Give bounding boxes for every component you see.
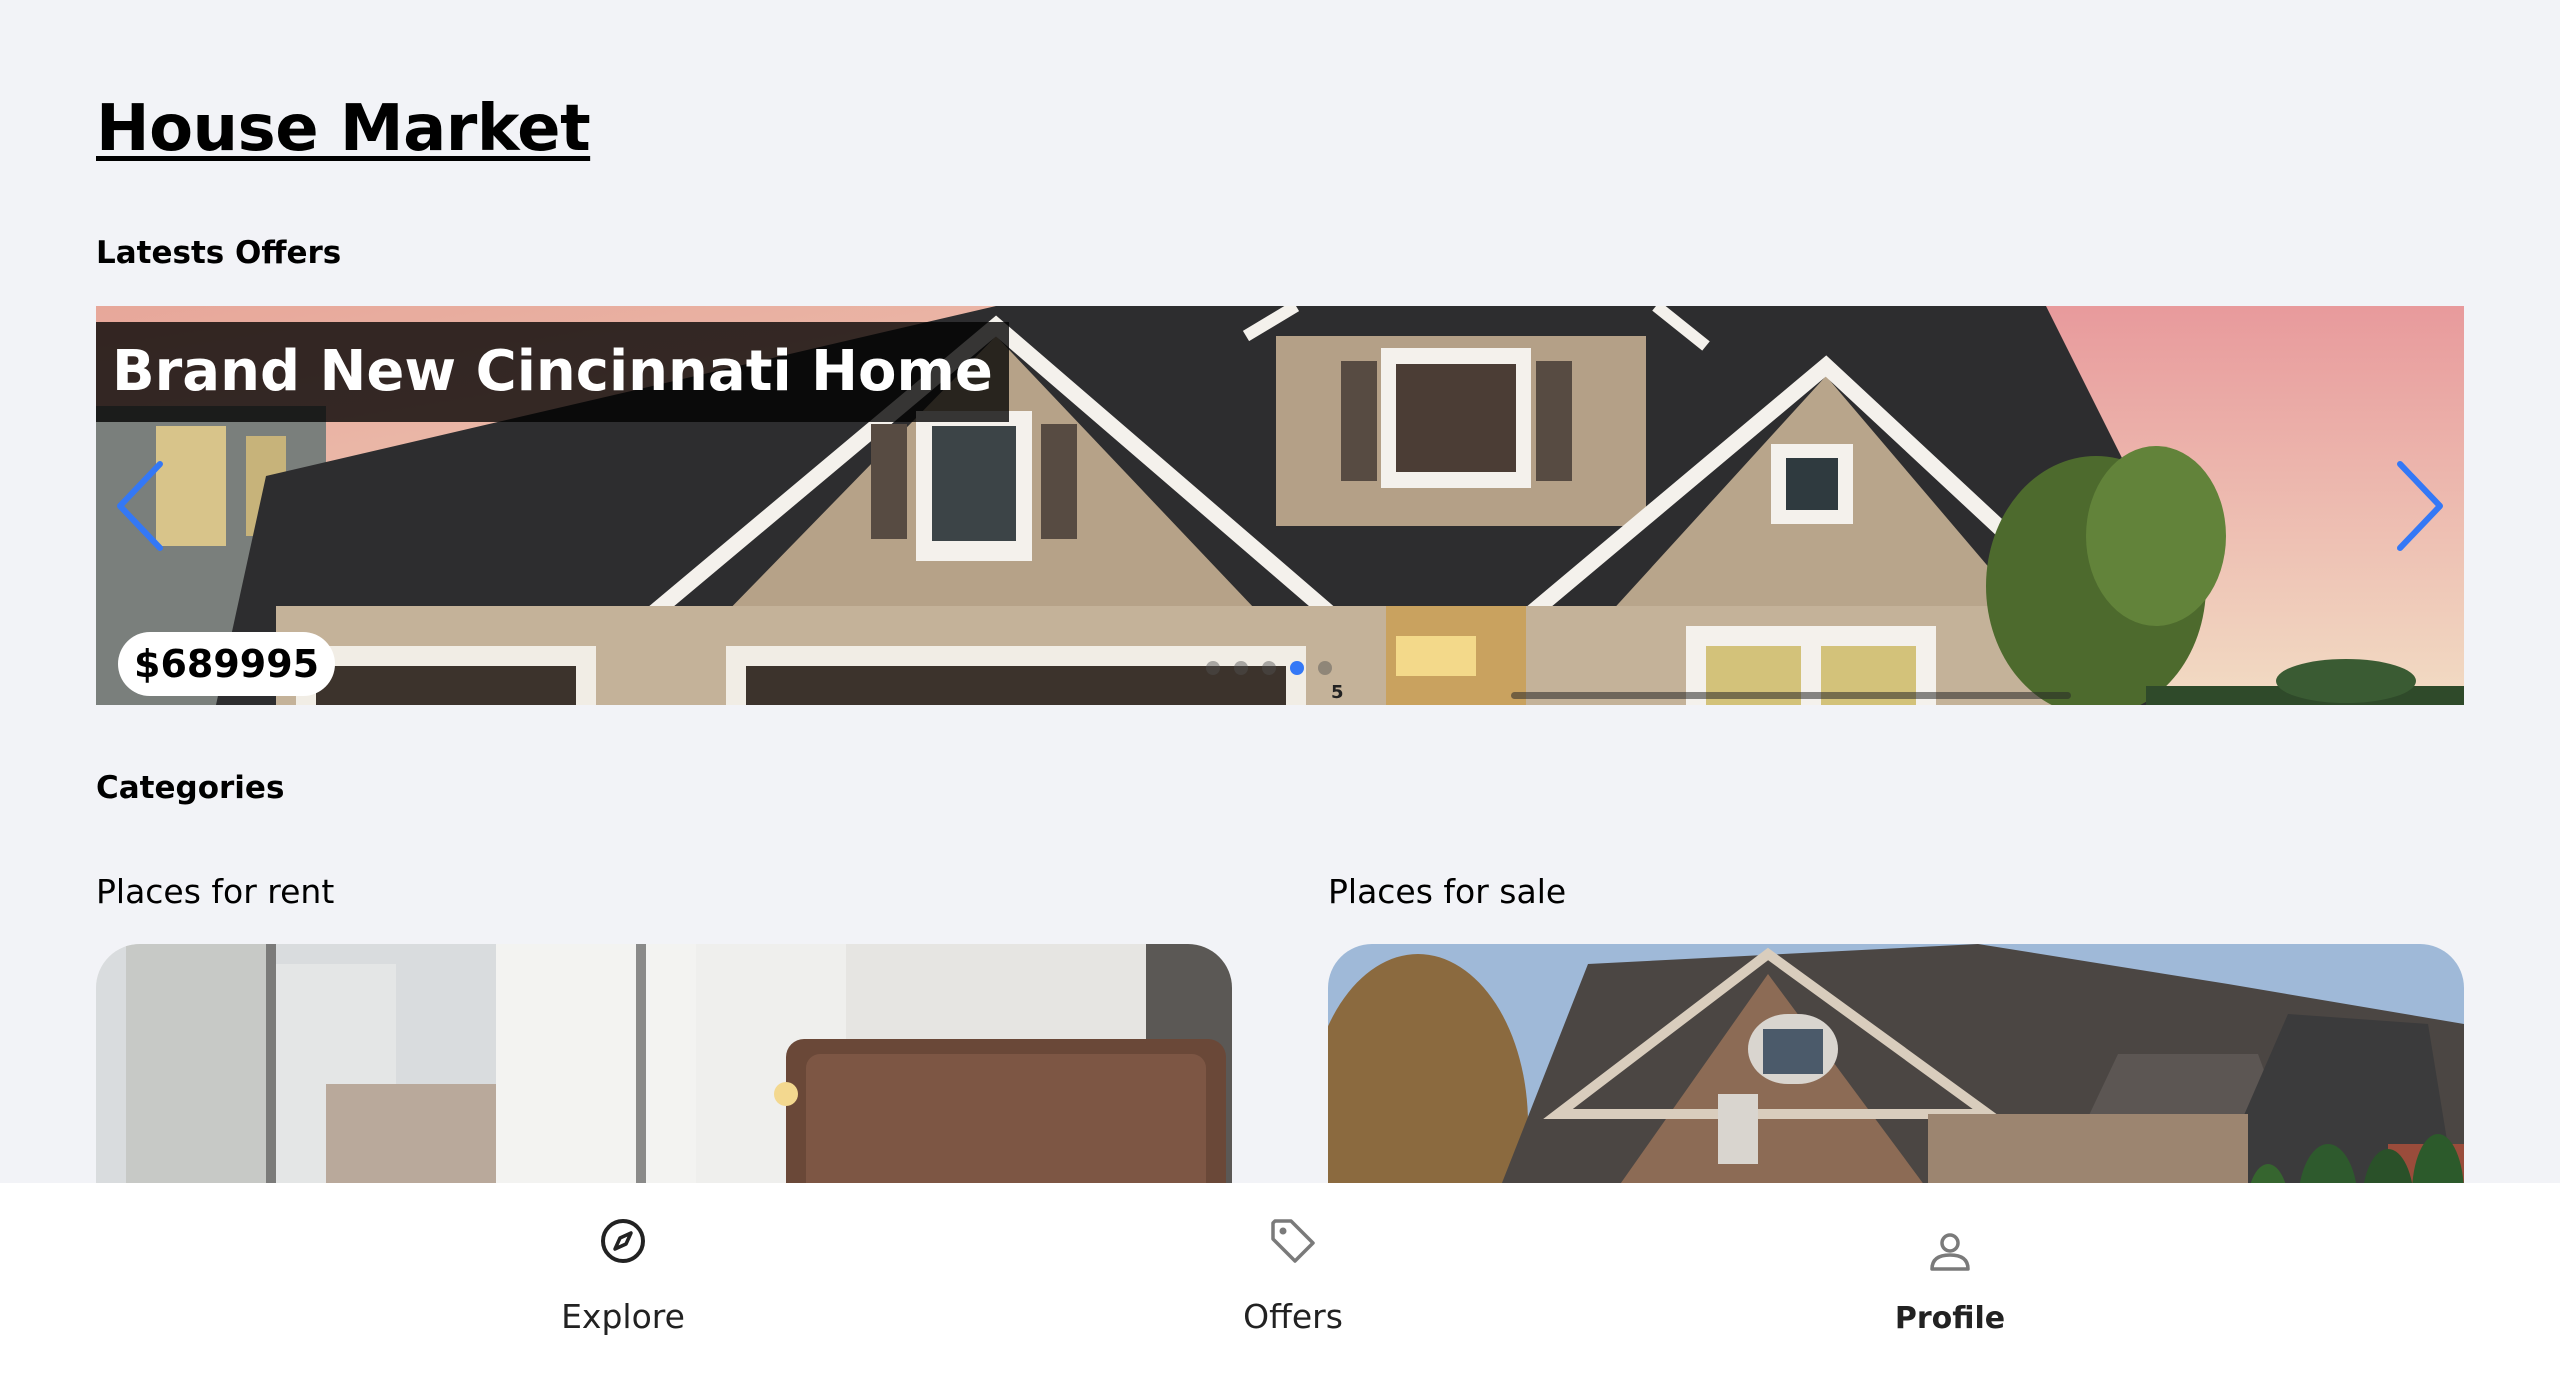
nav-explore[interactable]: Explore xyxy=(473,1183,773,1375)
slide-price-badge: $689995 xyxy=(118,632,336,696)
latest-offers-heading: Latests Offers xyxy=(96,235,342,271)
pagination-dot-active[interactable] xyxy=(1290,661,1304,675)
slide-index-label: 5 xyxy=(1331,682,1344,703)
person-icon xyxy=(1930,1233,1970,1271)
offers-slider[interactable]: Brand New Cincinnati Home $689995 5 xyxy=(96,306,2464,705)
tag-icon xyxy=(1271,1219,1315,1263)
slider-pagination xyxy=(1206,661,1332,675)
category-sale-label: Places for sale xyxy=(1328,872,1567,911)
house-market-page: House Market Latests Offers Brand New Ci… xyxy=(0,0,2560,1375)
pagination-dot[interactable] xyxy=(1234,661,1248,675)
categories-heading: Categories xyxy=(96,770,285,806)
pagination-dot[interactable] xyxy=(1262,661,1276,675)
nav-offers[interactable]: Offers xyxy=(1143,1183,1443,1375)
chevron-left-icon xyxy=(117,461,163,551)
nav-offers-label: Offers xyxy=(1243,1297,1343,1336)
slider-next-button[interactable] xyxy=(2390,456,2450,556)
nav-explore-label: Explore xyxy=(561,1297,685,1336)
pagination-dot[interactable] xyxy=(1318,661,1332,675)
page-title: House Market xyxy=(96,92,591,166)
category-rent-label: Places for rent xyxy=(96,872,335,911)
bottom-navigation: Explore Offers Profile xyxy=(0,1183,2560,1375)
chevron-right-icon xyxy=(2397,461,2443,551)
slider-prev-button[interactable] xyxy=(110,456,170,556)
nav-profile-label: Profile xyxy=(1894,1301,2006,1336)
pagination-dot[interactable] xyxy=(1206,661,1220,675)
nav-profile[interactable]: Profile xyxy=(1800,1183,2100,1375)
slide-title: Brand New Cincinnati Home xyxy=(96,322,1009,422)
slider-scrollbar[interactable] xyxy=(1511,692,2071,699)
compass-icon xyxy=(601,1219,645,1263)
